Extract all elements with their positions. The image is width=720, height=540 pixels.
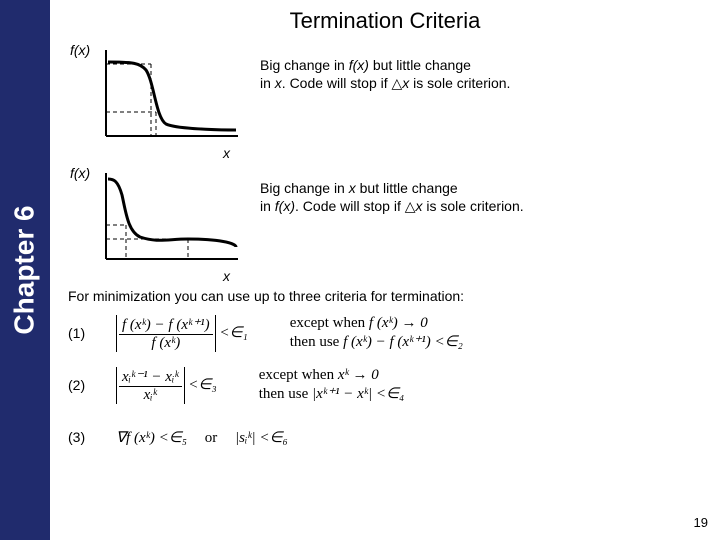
page-number: 19 (694, 515, 708, 530)
txt: . Code will stop if △ (282, 75, 402, 91)
txt: f (xᵏ) − f (xᵏ⁺¹) <∈₂ (343, 334, 463, 350)
txt: is sole criterion. (409, 75, 510, 91)
graph-2: f(x) x (68, 165, 248, 284)
graph-row-2: f(x) x Big change in x but little change… (68, 165, 702, 284)
txt: except when (290, 315, 369, 331)
crit2-cond: except when xᵏ → 0 then use |xᵏ⁺¹ − xᵏ| … (259, 367, 405, 403)
txt: but little change (369, 57, 471, 73)
crit3-expr: ∇f (xᵏ) <∈₅ or |sᵢᵏ| <∈₆ (116, 428, 288, 447)
txt: ∇f (xᵏ) <∈₅ (116, 430, 187, 446)
txt: f(x) (349, 57, 369, 73)
txt: x (416, 198, 423, 214)
graph1-caption: Big change in f(x) but little change in … (260, 42, 702, 92)
txt: Big change in (260, 57, 349, 73)
graph2-x-label: x (68, 268, 248, 284)
graph1-plot (68, 42, 248, 147)
graph1-x-label: x (68, 145, 248, 161)
txt: but little change (356, 180, 458, 196)
txt: x (275, 75, 282, 91)
txt: except when (259, 367, 338, 383)
crit1-expr: f (xᵏ) − f (xᵏ⁺¹)f (xᵏ) <∈₁ (116, 315, 248, 352)
txt: . Code will stop if △ (295, 198, 415, 214)
crit2-num: (2) (68, 377, 98, 393)
txt: xᵢᵏ⁻¹ − xᵢᵏ (119, 367, 182, 387)
txt: in (260, 75, 275, 91)
txt: or (205, 430, 218, 446)
txt: |sᵢᵏ| <∈₆ (235, 430, 288, 446)
txt: xᵢᵏ (119, 387, 182, 404)
txt: then use (259, 386, 312, 402)
body-text: For minimization you can use up to three… (68, 288, 702, 304)
graph2-caption: Big change in x but little change in f(x… (260, 165, 702, 215)
graph-row-1: f(x) x Big change in f(x) but little cha… (68, 42, 702, 161)
sidebar: Chapter 6 (0, 0, 50, 540)
chapter-label: Chapter 6 (9, 205, 41, 334)
criterion-3: (3) ∇f (xᵏ) <∈₅ or |sᵢᵏ| <∈₆ (68, 418, 702, 456)
txt: f (xᵏ) − f (xᵏ⁺¹) (119, 315, 213, 335)
crit3-num: (3) (68, 429, 98, 445)
txt: <∈₃ (188, 376, 216, 392)
crit1-num: (1) (68, 325, 98, 341)
crit1-cond: except when f (xᵏ) → 0 then use f (xᵏ) −… (290, 315, 463, 351)
txt: in (260, 198, 275, 214)
crit2-expr: xᵢᵏ⁻¹ − xᵢᵏxᵢᵏ <∈₃ (116, 367, 217, 404)
txt: f (xᵏ) → 0 (369, 315, 428, 331)
slide-title: Termination Criteria (68, 8, 702, 34)
txt: then use (290, 334, 343, 350)
graph2-plot (68, 165, 248, 270)
txt: |xᵏ⁺¹ − xᵏ| <∈₄ (312, 386, 404, 402)
txt: f(x) (275, 198, 295, 214)
graph-1: f(x) x (68, 42, 248, 161)
slide-content: Termination Criteria f(x) x Big change i… (50, 0, 720, 540)
criterion-1: (1) f (xᵏ) − f (xᵏ⁺¹)f (xᵏ) <∈₁ except w… (68, 314, 702, 352)
graph1-fx-label: f(x) (70, 42, 90, 58)
txt: Big change in (260, 180, 349, 196)
txt: f (xᵏ) (119, 335, 213, 352)
txt: x (349, 180, 356, 196)
criterion-2: (2) xᵢᵏ⁻¹ − xᵢᵏxᵢᵏ <∈₃ except when xᵏ → … (68, 366, 702, 404)
graph2-fx-label: f(x) (70, 165, 90, 181)
txt: xᵏ → 0 (338, 367, 379, 383)
txt: <∈₁ (219, 324, 247, 340)
txt: is sole criterion. (423, 198, 524, 214)
